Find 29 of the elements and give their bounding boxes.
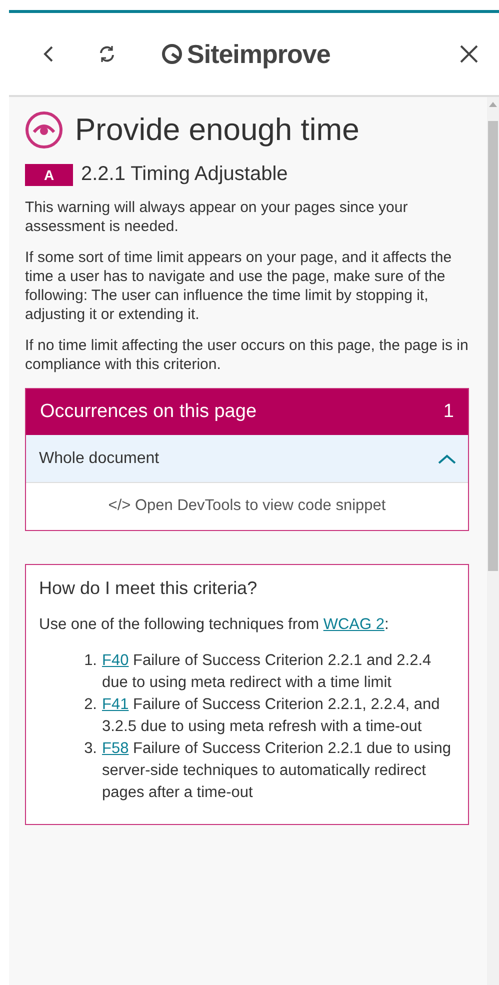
scrollbar[interactable] bbox=[487, 97, 499, 985]
description-text: If some sort of time limit appears on your page, and it affects the time a user has to navigate and use the page, make sure of the following: The user can influence the time limit by stopping it, adjusting it or extending it. bbox=[25, 248, 453, 324]
list-number: 1. bbox=[83, 651, 97, 671]
technique-text: F41 Failure of Success Criterion 2.2.1, 2.2.4, and 3.2.5 due to using meta refresh with a time-out bbox=[102, 695, 441, 737]
technique-link[interactable]: F58 bbox=[102, 740, 129, 757]
logo-icon bbox=[161, 43, 183, 65]
devtools-hint: </> Open DevTools to view code snippet bbox=[107, 496, 387, 516]
technique-text: F58 Failure of Success Criterion 2.2.1 due to using server-side techniques to automatically redirect pages after a time-out bbox=[102, 739, 452, 803]
chevron-icon bbox=[438, 454, 456, 464]
brand-name: Siteimprove bbox=[187, 38, 330, 70]
eye-icon bbox=[25, 111, 63, 149]
close-icon[interactable] bbox=[459, 44, 479, 64]
occurrences-title: Occurrences on this page bbox=[40, 401, 257, 423]
description-text: This warning will always appear on your pages since your assessment is needed. bbox=[25, 198, 409, 236]
intro-text: Use one of the following techniques from WCAG 2: bbox=[39, 615, 390, 635]
wcag-link[interactable]: WCAG 2 bbox=[323, 616, 384, 633]
criterion-name: 2.2.1 Timing Adjustable bbox=[81, 163, 288, 186]
occurrence-item[interactable]: Whole document bbox=[26, 435, 468, 483]
technique-text: F40 Failure of Success Criterion 2.2.1 and 2.2.4 due to using meta redirect with a time limit bbox=[102, 651, 432, 693]
criteria-title: How do I meet this criteria? bbox=[39, 578, 258, 599]
list-number: 3. bbox=[83, 739, 97, 759]
description-text: If no time limit affecting the user occurs on this page, the page is in compliance with this criterion. bbox=[25, 336, 469, 374]
refresh-icon[interactable] bbox=[97, 44, 117, 64]
occurrences-count: 1 bbox=[443, 401, 454, 423]
technique-link[interactable]: F41 bbox=[102, 696, 129, 713]
level-badge: A bbox=[25, 164, 73, 186]
issue-title: Provide enough time bbox=[75, 112, 360, 148]
list-number: 2. bbox=[83, 695, 97, 715]
technique-link[interactable]: F40 bbox=[102, 652, 129, 669]
